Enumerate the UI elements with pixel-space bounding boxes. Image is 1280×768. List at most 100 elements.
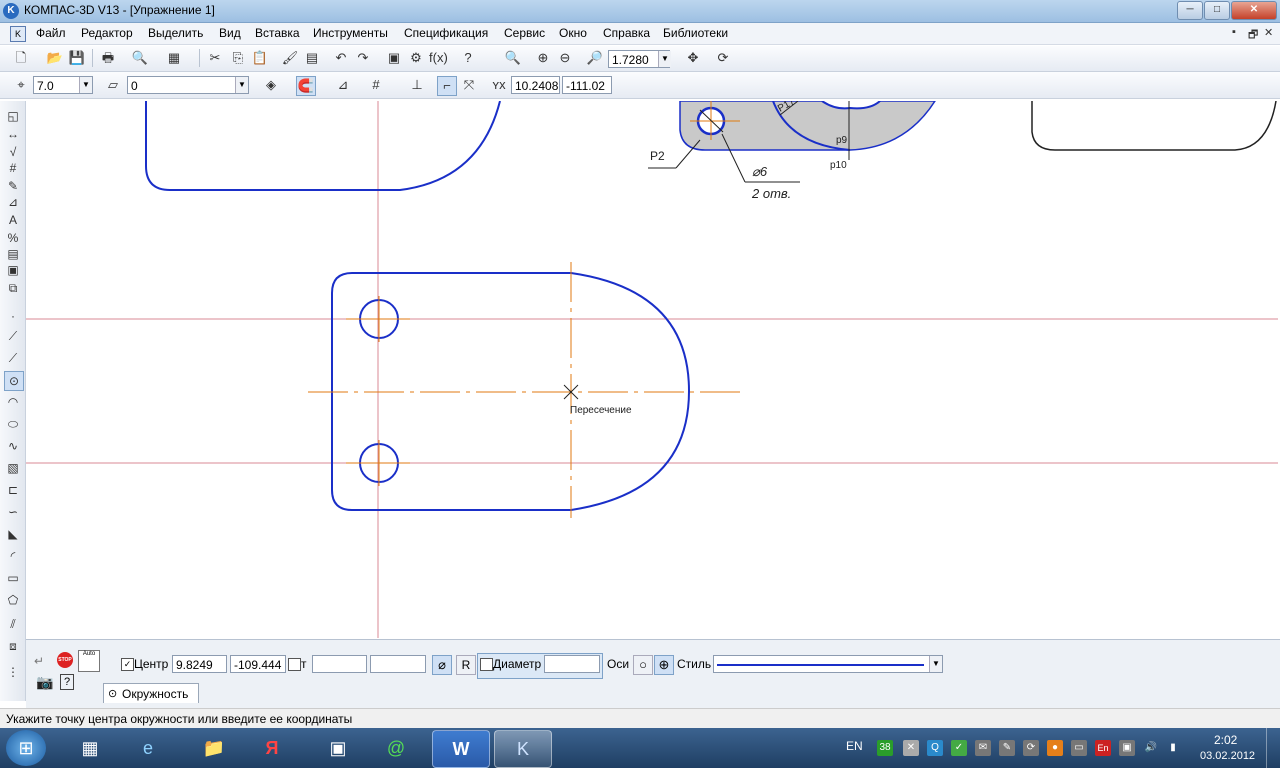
polygon-icon[interactable]: ⬠ (4, 591, 22, 609)
geometry-panel-icon[interactable]: ◱ (4, 107, 22, 125)
library-manager-icon[interactable]: ⚙ (407, 49, 425, 67)
diameter-mode-button[interactable]: ⌀ (432, 655, 452, 675)
menu-help[interactable]: Справка (603, 26, 650, 40)
point-x-field[interactable] (312, 655, 367, 673)
segment-icon[interactable]: ⟋ (4, 349, 22, 367)
drawing-svg[interactable]: Р2 ⌀6 2 отв. р9 р10 Р17 Пересечение (26, 101, 1278, 638)
new-file-icon[interactable]: 🗋 (12, 49, 30, 67)
minimize-button[interactable]: ─ (1177, 1, 1203, 20)
refresh-view-icon[interactable]: ⟳ (714, 49, 732, 67)
coord-y-field[interactable]: -111.02 (562, 76, 612, 94)
diameter-checkbox[interactable] (480, 658, 493, 671)
chevron-down-icon[interactable]: ▼ (235, 77, 248, 93)
part-outline-top-left[interactable] (145, 101, 501, 191)
more-tools-icon[interactable]: ⋮ (4, 663, 22, 681)
menu-select[interactable]: Выделить (148, 26, 203, 40)
create-object-icon[interactable]: ↵ (34, 654, 44, 668)
auxiliary-line-icon[interactable]: ⟋ (4, 327, 22, 345)
word-icon[interactable]: W (432, 730, 490, 768)
auto-create-icon[interactable]: Auto (78, 650, 100, 672)
hatch-icon[interactable]: ▧ (4, 459, 22, 477)
chevron-down-icon[interactable]: ▼ (929, 656, 942, 672)
show-desktop-button[interactable] (1266, 728, 1280, 768)
zoom-in-icon[interactable]: ⊕ (534, 49, 552, 67)
folder-icon[interactable]: 📁 (186, 730, 242, 766)
select-icon[interactable]: A (4, 211, 22, 229)
help-icon[interactable]: ? (60, 674, 74, 690)
tray-counter-icon[interactable]: 38 (877, 740, 893, 756)
dimensions-panel-icon[interactable]: ↔ (4, 125, 22, 143)
menu-edit[interactable]: Редактор (81, 26, 133, 40)
media-icon[interactable]: ▣ (310, 730, 366, 766)
redo-icon[interactable]: ↷ (354, 49, 372, 67)
center-y-field[interactable]: -109.444 (230, 655, 286, 673)
no-axes-button[interactable]: ○ (633, 655, 653, 675)
menu-libraries[interactable]: Библиотеки (663, 26, 728, 40)
paste-icon[interactable]: 📋 (251, 49, 269, 67)
menu-tools[interactable]: Инструменты (313, 26, 388, 40)
tray-search-icon[interactable]: Q (927, 740, 943, 756)
kompas-icon[interactable]: K (494, 730, 552, 768)
zoom-out-icon[interactable]: ⊖ (556, 49, 574, 67)
menu-file[interactable]: Файл (36, 26, 66, 40)
circle-tool-icon[interactable]: ⊙ (4, 371, 24, 391)
print-icon[interactable]: 🖶 (99, 49, 117, 67)
yandex-browser-icon[interactable]: Я (244, 730, 300, 766)
ortho-icon[interactable]: ⊿ (334, 76, 352, 94)
cursor-coords-icon[interactable]: ⤧ (460, 76, 478, 94)
fillet-icon[interactable]: ◜ (4, 547, 22, 565)
insert-icon[interactable]: ⧉ (4, 279, 22, 297)
start-button[interactable]: ⊞ (6, 730, 46, 766)
variables-icon[interactable]: ▤ (303, 49, 321, 67)
language-indicator[interactable]: EN (846, 739, 863, 753)
maximize-button[interactable]: □ (1204, 1, 1230, 20)
radius-mode-button[interactable]: R (456, 655, 476, 675)
pan-icon[interactable]: ✥ (684, 49, 702, 67)
layers-icon[interactable]: ▱ (104, 76, 122, 94)
equidistant-icon[interactable]: ⫽ (4, 615, 22, 633)
clock-date[interactable]: 03.02.2012 (1200, 750, 1255, 762)
doc-close-button[interactable]: ✕ (1264, 26, 1273, 39)
tray-device-icon[interactable]: ▭ (1071, 740, 1087, 756)
line-style-select[interactable] (713, 655, 943, 673)
edit-panel-icon[interactable]: # (4, 159, 22, 177)
report-icon[interactable]: ▣ (4, 261, 22, 279)
mail-agent-icon[interactable]: @ (368, 730, 424, 766)
with-axes-button[interactable]: ⊕ (654, 655, 674, 675)
diameter-field[interactable] (544, 655, 600, 673)
polyline-icon[interactable]: ∿ (4, 437, 22, 455)
collect-contour-icon[interactable]: ⧈ (4, 637, 22, 655)
tray-network-icon[interactable]: ✕ (903, 740, 919, 756)
grid-step-icon[interactable]: ⌖ (12, 76, 30, 94)
stop-icon[interactable]: STOP (57, 652, 73, 668)
contour-icon[interactable]: ⊏ (4, 481, 22, 499)
orthogonal-mode-icon[interactable]: ⌐ (437, 76, 457, 96)
chevron-down-icon[interactable]: ▼ (79, 77, 92, 93)
calculator-icon[interactable]: ▦ (62, 730, 118, 766)
copy-icon[interactable]: ⎘ (229, 49, 247, 67)
ellipse-icon[interactable]: ⬭ (4, 415, 22, 433)
zoom-scale-icon[interactable]: 🔎 (586, 49, 604, 67)
function-icon[interactable]: f(x) (429, 49, 448, 67)
cut-icon[interactable]: ✂ (206, 49, 224, 67)
bezier-icon[interactable]: ∽ (4, 503, 22, 521)
tray-app-icon[interactable]: ● (1047, 740, 1063, 756)
internet-explorer-icon[interactable]: e (120, 730, 176, 766)
coord-x-field[interactable]: 10.2408 (511, 76, 560, 94)
menu-specification[interactable]: Спецификация (404, 26, 488, 40)
tray-punto-icon[interactable]: En (1095, 740, 1111, 756)
tab-circle[interactable]: ⊙ Окружность (103, 683, 199, 703)
layer-properties-icon[interactable]: ◈ (262, 76, 280, 94)
tray-mail-icon[interactable]: ✉ (975, 740, 991, 756)
rectangle-icon[interactable]: ▭ (4, 569, 22, 587)
tray-monitor-icon[interactable]: ▣ (1119, 740, 1135, 756)
arc-icon[interactable]: ◠ (4, 393, 22, 411)
preview-icon[interactable]: 🔍 (131, 49, 149, 67)
doc-minimize-button[interactable]: ▪ (1232, 26, 1236, 38)
volume-icon[interactable]: 🔊 (1143, 740, 1159, 756)
menu-window[interactable]: Окно (559, 26, 587, 40)
menu-insert[interactable]: Вставка (255, 26, 300, 40)
tray-check-icon[interactable]: ✓ (951, 740, 967, 756)
center-checkbox[interactable]: ✓ (121, 658, 134, 671)
menu-service[interactable]: Сервис (504, 26, 545, 40)
